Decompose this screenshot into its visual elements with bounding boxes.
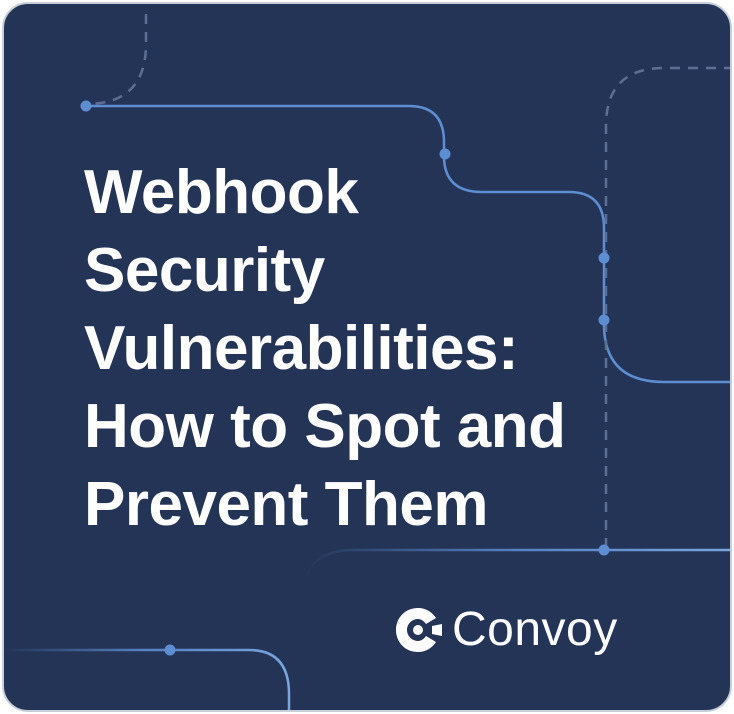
- node-dot: [164, 644, 176, 656]
- circuit-line-bottom: [4, 648, 291, 710]
- brand-name: Convoy: [452, 603, 618, 656]
- node-dot: [80, 100, 92, 112]
- headline-line: Vulnerabilities:: [84, 314, 519, 383]
- headline-line: How to Spot and: [84, 392, 566, 461]
- circuit-line-lower: [302, 548, 730, 595]
- brand-logo: Convoy: [392, 600, 618, 660]
- convoy-logo-icon: [396, 608, 442, 652]
- dashed-line-top-left: [85, 14, 148, 106]
- headline-line: Security: [84, 236, 325, 305]
- headline: Webhook Security Vulnerabilities: How to…: [84, 154, 684, 544]
- cover-card: Webhook Security Vulnerabilities: How to…: [2, 2, 732, 712]
- node-dot: [598, 544, 610, 556]
- headline-line: Webhook: [84, 158, 359, 227]
- headline-line: Prevent Them: [84, 470, 489, 539]
